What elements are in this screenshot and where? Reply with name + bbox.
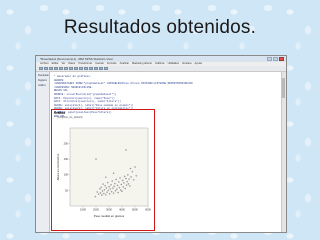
y-tick-label: 50 — [65, 188, 68, 192]
y-axis-label: Altura en centímetros — [56, 153, 60, 180]
x-tick-label: 1000 — [80, 208, 86, 212]
nav-item-registro[interactable]: Registro — [38, 79, 49, 82]
vertical-scrollbar[interactable] — [281, 72, 286, 232]
y-tick-label: 200 — [64, 142, 69, 146]
spss-viewer-window[interactable]: *Resultado1 [Documento1] - IBM SPSS Stat… — [35, 55, 287, 233]
print-icon[interactable] — [49, 67, 53, 70]
scrollbar-thumb[interactable] — [282, 78, 285, 98]
minimize-button[interactable] — [267, 57, 272, 61]
maximize-button[interactable] — [273, 57, 278, 61]
zoom-icon[interactable] — [84, 67, 88, 70]
y-tick-label: 100 — [64, 173, 69, 177]
redo-icon[interactable] — [64, 67, 68, 70]
nav-item-resultado[interactable]: Resultado — [38, 74, 49, 77]
nav-item-grafico[interactable]: Gráfico — [38, 84, 49, 87]
hide-icon[interactable] — [104, 67, 108, 70]
x-tick-label: 2000 — [93, 208, 99, 212]
window-controls — [267, 57, 284, 61]
export-icon[interactable] — [54, 67, 58, 70]
dialog-recall-icon[interactable] — [74, 67, 78, 70]
output-navigator[interactable]: Resultado Registro Gráfico — [36, 72, 50, 232]
chart-icon[interactable] — [79, 67, 83, 70]
save-icon[interactable] — [44, 67, 48, 70]
y-tick-label: 150 — [64, 157, 69, 161]
x-tick-label: 6000 — [145, 208, 151, 212]
collapse-icon[interactable] — [94, 67, 98, 70]
x-axis-label: Peso medido en gramos — [94, 214, 125, 218]
open-icon[interactable] — [39, 67, 43, 70]
x-tick-label: 5000 — [132, 208, 138, 212]
x-tick-label: 3000 — [106, 208, 112, 212]
close-button[interactable] — [279, 57, 284, 61]
expand-icon[interactable] — [89, 67, 93, 70]
plot-area — [69, 127, 149, 207]
show-icon[interactable] — [99, 67, 103, 70]
output-content[interactable]: * Generador de gráficos. GGRAPH /GRAPHDA… — [50, 72, 286, 232]
scatter-chart[interactable]: 1000 2000 3000 4000 5000 6000 50 100 150 200 Peso … — [54, 122, 152, 224]
goto-data-icon[interactable] — [69, 67, 73, 70]
undo-icon[interactable] — [59, 67, 63, 70]
x-tick-label: 4000 — [119, 208, 125, 212]
slide-title: Resultados obtenidos. — [63, 17, 257, 38]
